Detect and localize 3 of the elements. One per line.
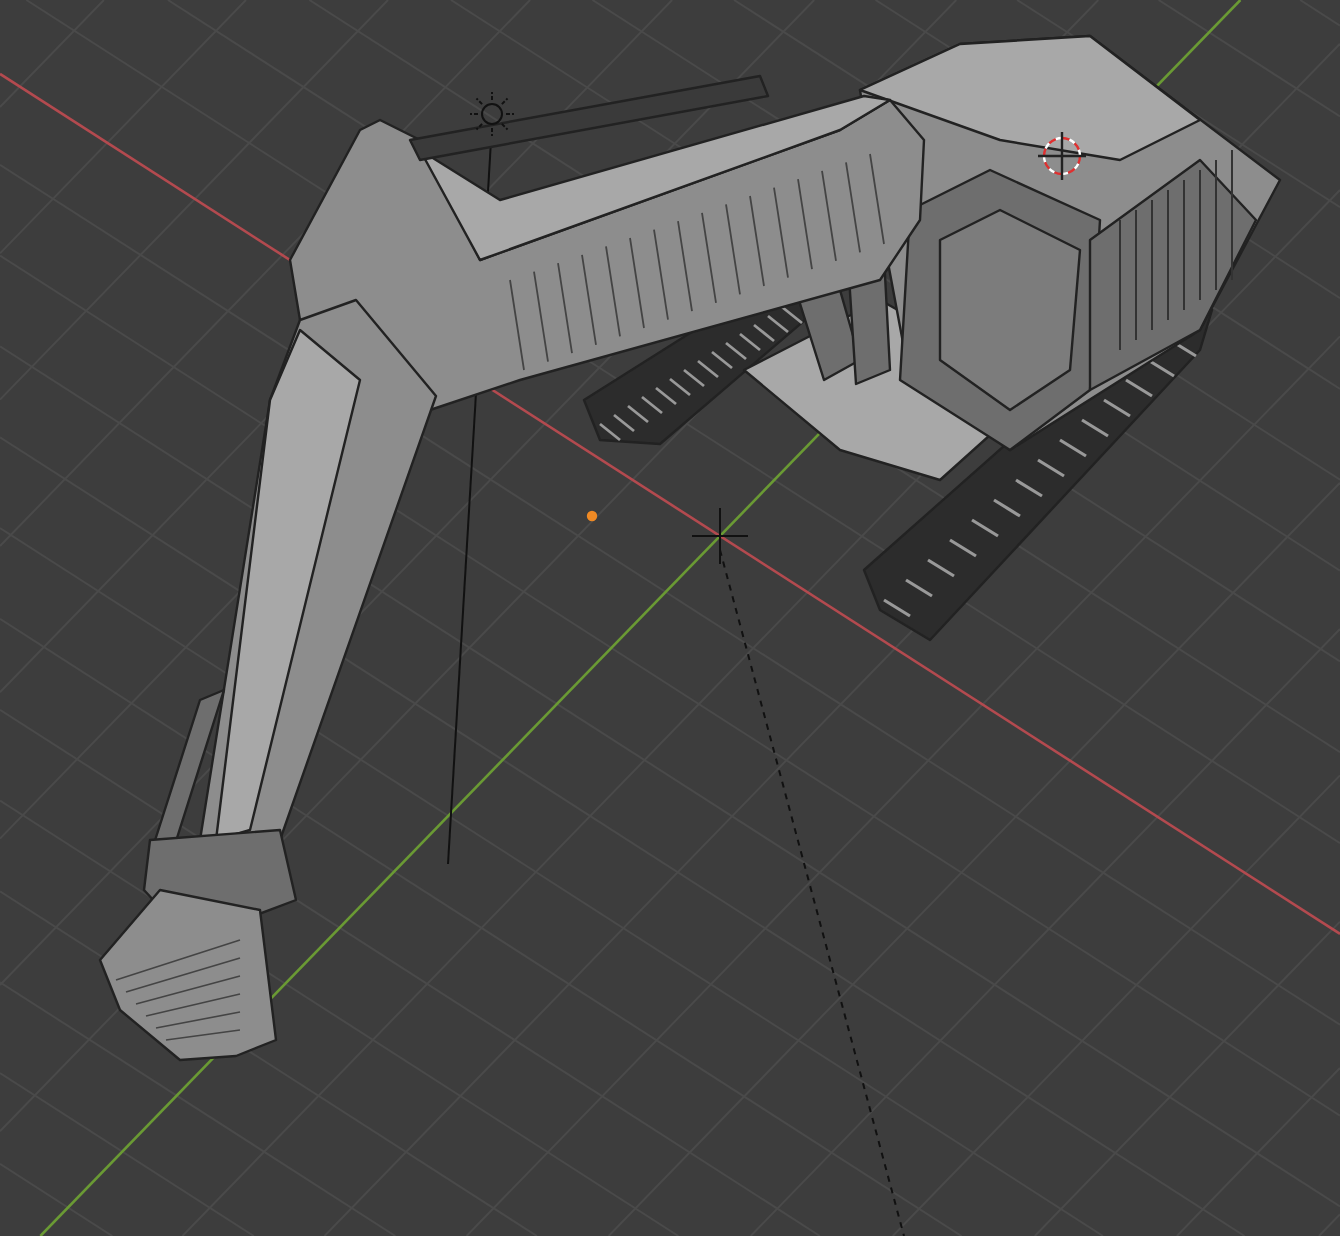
crosshair-icon <box>691 507 749 565</box>
3d-cursor-icon[interactable] <box>1038 132 1086 180</box>
origin-dot <box>586 510 598 522</box>
